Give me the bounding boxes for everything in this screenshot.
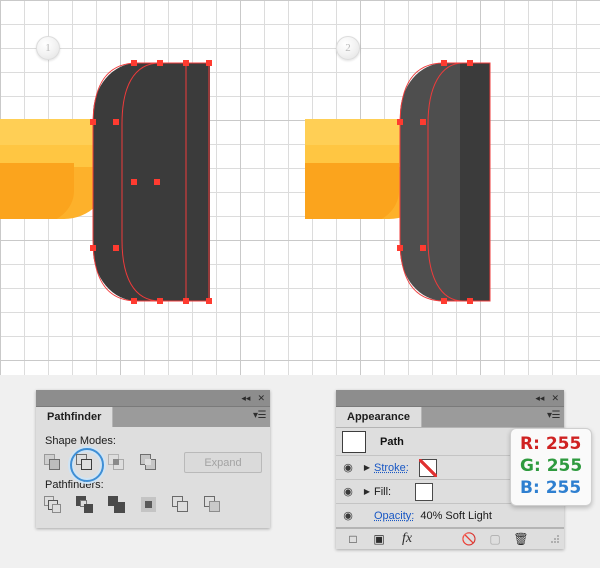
object-thumbnail	[342, 430, 366, 453]
figure-2: 2	[300, 0, 600, 375]
expand-button[interactable]: Expand	[184, 452, 262, 473]
step-badge-2: 2	[336, 36, 360, 60]
pathfinder-panel: ◂◂ ✕ Pathfinder ▾☰ Shape Modes: Expand P…	[36, 390, 270, 528]
rgb-green-value: 255	[546, 456, 583, 476]
opacity-row[interactable]: ◉ Opacity: 40% Soft Light	[336, 504, 564, 527]
rgb-blue-value: 255	[545, 478, 582, 498]
clear-appearance-icon[interactable]: 🚫	[456, 532, 482, 546]
trim-button[interactable]	[76, 496, 94, 514]
figure-1: 1	[0, 0, 300, 375]
expand-twisty-icon[interactable]: ▶	[360, 487, 374, 496]
minus-back-button[interactable]	[204, 496, 222, 514]
delete-item-icon[interactable]: 🗑	[508, 532, 534, 546]
unite-button[interactable]	[44, 453, 62, 472]
object-name: Path	[380, 435, 404, 448]
expand-twisty-icon[interactable]: ▶	[360, 463, 374, 472]
collapse-icon[interactable]: ◂◂	[241, 393, 250, 403]
appearance-footer: □ ▣ fx 🚫 ▢ 🗑	[336, 528, 564, 549]
resize-grip[interactable]	[550, 534, 560, 544]
step-badge-1: 1	[36, 36, 60, 60]
visibility-eye-icon[interactable]: ◉	[336, 461, 360, 474]
visibility-eye-icon[interactable]: ◉	[336, 485, 360, 498]
shape-modes-label: Shape Modes:	[45, 435, 116, 447]
pathfinder-titlebar: ◂◂ ✕	[36, 390, 270, 407]
tabrow-filler	[113, 407, 270, 427]
rgb-red-label: R:	[520, 434, 540, 454]
rgb-callout: R: 255 G: 255 B: 255	[510, 428, 592, 506]
panel-menu-icon[interactable]: ▾☰	[547, 411, 560, 421]
rgb-blue-label: B:	[520, 478, 540, 498]
opacity-label[interactable]: Opacity:	[374, 510, 414, 522]
rgb-green-line: G: 255	[511, 455, 591, 477]
appearance-tabrow: Appearance ▾☰	[336, 407, 564, 427]
tab-pathfinder[interactable]: Pathfinder	[36, 407, 114, 427]
tab-appearance[interactable]: Appearance	[336, 407, 422, 427]
pathfinders-label: Pathfinders:	[45, 479, 104, 491]
add-new-effect-icon[interactable]: fx	[392, 531, 422, 547]
add-new-fill-icon[interactable]: ▣	[366, 532, 392, 546]
collapse-icon[interactable]: ◂◂	[535, 393, 544, 403]
duplicate-item-icon: ▢	[489, 532, 501, 546]
visibility-eye-icon[interactable]: ◉	[336, 509, 360, 522]
pathfinders-row	[44, 496, 262, 514]
appearance-titlebar: ◂◂ ✕	[336, 390, 564, 407]
rgb-green-label: G:	[520, 456, 541, 476]
close-icon[interactable]: ✕	[257, 393, 265, 403]
rgb-blue-line: B: 255	[511, 477, 591, 499]
outline-button[interactable]	[172, 496, 190, 514]
intersect-button[interactable]	[108, 453, 126, 472]
divide-button[interactable]	[44, 496, 62, 514]
opacity-value: 40% Soft Light	[420, 509, 492, 522]
panel-menu-icon[interactable]: ▾☰	[253, 411, 266, 421]
pathfinder-tabrow: Pathfinder ▾☰	[36, 407, 270, 427]
fill-label[interactable]: Fill:	[374, 486, 391, 498]
tabrow-filler	[421, 407, 564, 427]
stroke-label[interactable]: Stroke:	[374, 462, 409, 474]
stroke-swatch[interactable]	[418, 458, 437, 477]
exclude-button[interactable]	[140, 453, 158, 472]
close-icon[interactable]: ✕	[551, 393, 559, 403]
merge-button[interactable]	[108, 496, 126, 514]
pathfinder-body: Shape Modes: Expand Pathfinders:	[36, 427, 270, 528]
rgb-red-value: 255	[545, 434, 582, 454]
illustration-canvas: 1 2	[0, 0, 600, 375]
add-new-stroke-icon[interactable]: □	[340, 532, 366, 546]
rgb-red-line: R: 255	[511, 433, 591, 455]
crop-button[interactable]	[140, 496, 158, 514]
shape-modes-row: Expand	[44, 447, 262, 482]
minus-front-button[interactable]	[70, 447, 104, 482]
fill-swatch[interactable]	[415, 482, 434, 501]
